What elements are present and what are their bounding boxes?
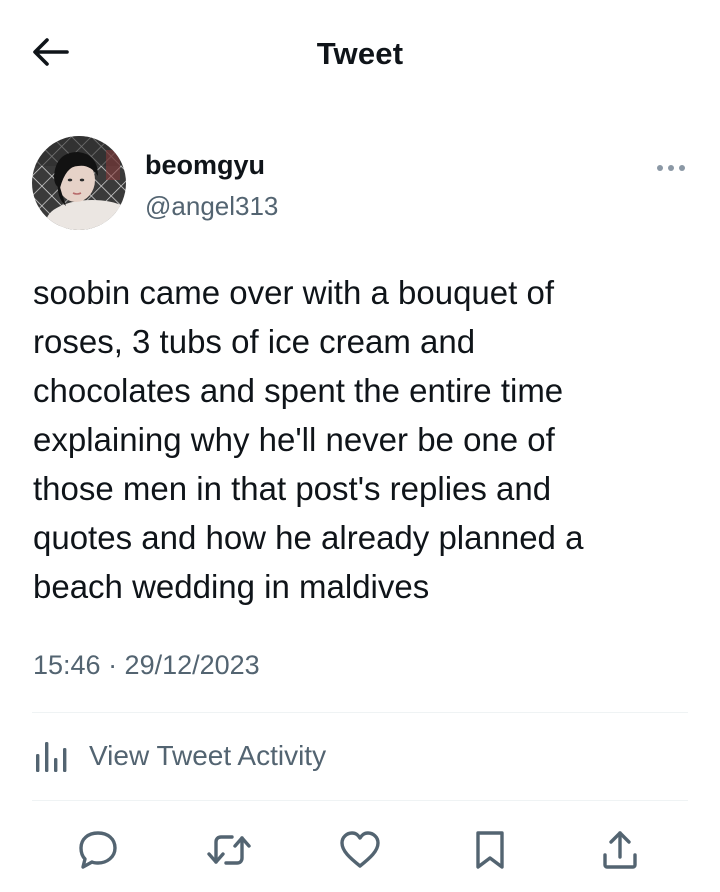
tweet-actions-bar bbox=[0, 820, 720, 880]
more-horizontal-icon bbox=[657, 165, 685, 171]
username-handle[interactable]: @angel313 bbox=[145, 191, 278, 222]
avatar[interactable] bbox=[32, 136, 126, 230]
like-button[interactable] bbox=[330, 820, 390, 880]
page-title: Tweet bbox=[316, 36, 404, 71]
divider bbox=[32, 712, 688, 713]
bookmark-button[interactable] bbox=[460, 820, 520, 880]
view-tweet-activity-button[interactable]: View Tweet Activity bbox=[33, 734, 326, 778]
view-tweet-activity-label: View Tweet Activity bbox=[89, 740, 327, 771]
share-button[interactable] bbox=[590, 820, 650, 880]
display-name[interactable]: beomgyu bbox=[145, 150, 265, 181]
bar-chart-icon bbox=[33, 738, 73, 774]
divider bbox=[32, 800, 688, 801]
reply-icon bbox=[79, 831, 117, 869]
bookmark-icon bbox=[476, 831, 504, 869]
retweet-icon bbox=[207, 835, 251, 865]
avatar-image bbox=[32, 136, 126, 230]
tweet-author: beomgyu @angel313 bbox=[32, 136, 688, 236]
top-bar: Tweet bbox=[0, 0, 720, 108]
tweet-text: soobin came over with a bouquet of roses… bbox=[33, 274, 584, 605]
tweet-timestamp[interactable]: 15:46 · 29/12/2023 bbox=[33, 650, 260, 681]
reply-button[interactable] bbox=[68, 820, 128, 880]
share-icon bbox=[603, 831, 637, 869]
more-options-button[interactable] bbox=[654, 158, 688, 178]
heart-icon bbox=[340, 831, 380, 868]
retweet-button[interactable] bbox=[199, 820, 259, 880]
